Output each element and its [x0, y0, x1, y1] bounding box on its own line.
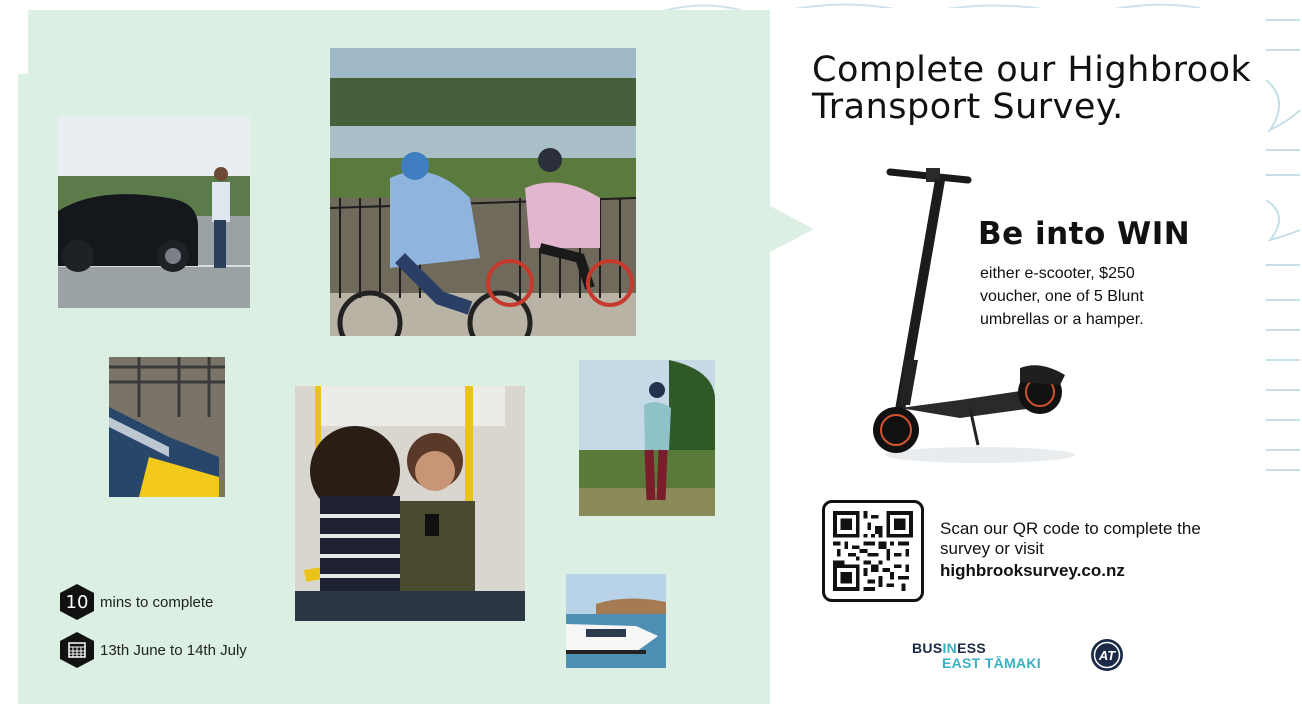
- headline: Complete our Highbrook Transport Survey.: [812, 50, 1252, 127]
- photo-train: [109, 357, 225, 497]
- panel-notch: [18, 10, 28, 74]
- photo-walker: [579, 360, 715, 516]
- photo-cyclists: [330, 48, 636, 336]
- dates-text: 13th June to 14th July: [100, 641, 247, 659]
- prize-description: either e-scooter, $250 voucher, one of 5…: [980, 265, 1144, 328]
- hexagon-badge: 10: [60, 584, 94, 620]
- photo-bus-passengers: [295, 386, 525, 621]
- duration-text: mins to complete: [100, 593, 214, 611]
- logo-text-accent: IN: [942, 640, 958, 656]
- photo-ev-charging: [58, 116, 250, 308]
- prize-title: Be into WIN: [978, 216, 1191, 252]
- duration-info: 10 mins to complete: [60, 584, 214, 620]
- duration-number: 10: [65, 591, 89, 613]
- business-east-tamaki-logo: BUSINESS EAST TĀMAKI: [912, 640, 1052, 672]
- dates-info: 13th June to 14th July: [60, 632, 247, 668]
- card-pointer: [768, 205, 814, 253]
- survey-url-link[interactable]: highbrooksurvey.co.nz: [940, 561, 1125, 581]
- calendar-icon: [60, 632, 94, 668]
- logo-subtext: EAST TĀMAKI: [942, 655, 1041, 671]
- svg-text:AT: AT: [1098, 648, 1116, 663]
- qr-instructions: Scan our QR code to complete the survey …: [940, 519, 1201, 558]
- decorative-right-pattern: [1260, 0, 1302, 704]
- qr-code[interactable]: [822, 500, 924, 602]
- logo-text: ESS: [957, 640, 986, 656]
- photo-ferry: [566, 574, 666, 668]
- logo-text: BUS: [912, 640, 943, 656]
- auckland-transport-logo: AT: [1090, 638, 1124, 672]
